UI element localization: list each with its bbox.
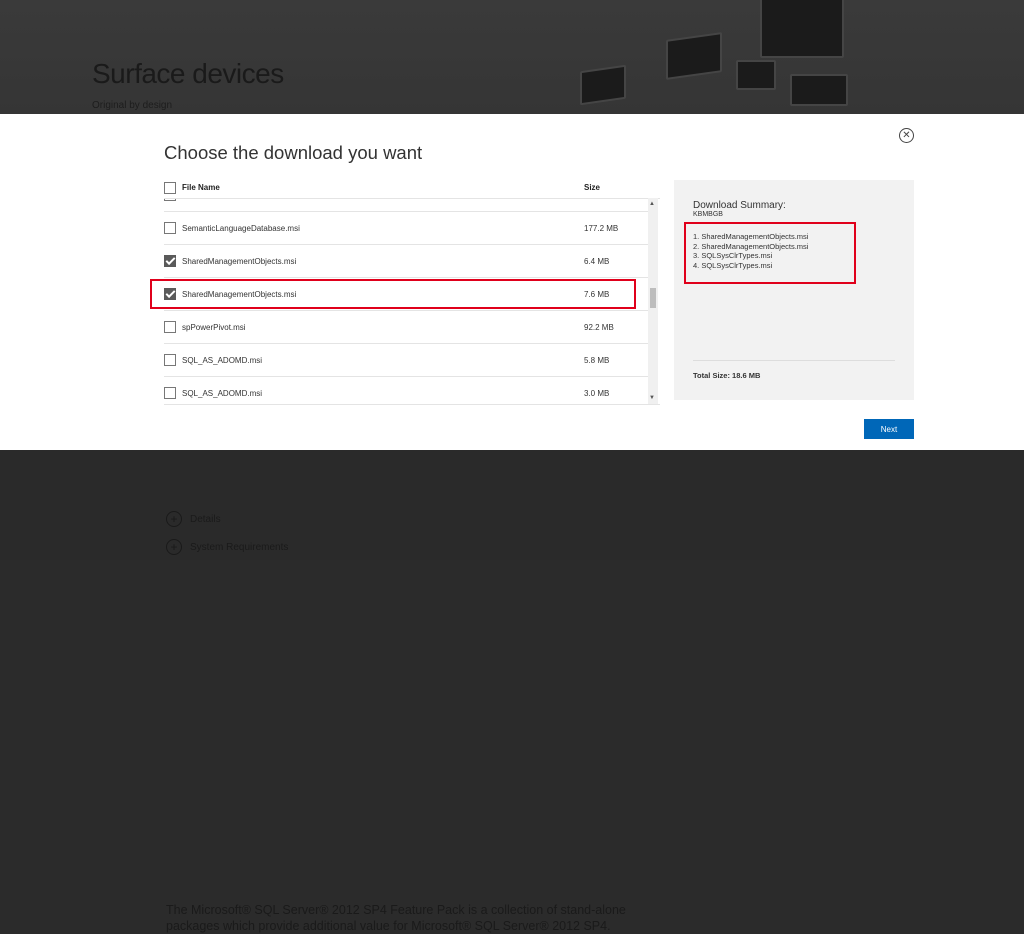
hero-title: Surface devices: [92, 58, 284, 89]
file-checkbox[interactable]: [164, 222, 176, 234]
summary-units: KBMBGB: [693, 211, 723, 218]
summary-title: Download Summary:: [693, 200, 786, 211]
scrollbar-thumb[interactable]: [650, 288, 656, 308]
highlight-box: [684, 222, 856, 284]
file-list-header: File Name Size: [164, 180, 660, 198]
scroll-up-arrow-icon[interactable]: ▲: [649, 201, 655, 207]
scroll-down-arrow-icon[interactable]: ▼: [649, 395, 655, 401]
plus-circle-icon: +: [166, 511, 182, 527]
file-name: SQL_AS_ADOMD.msi: [182, 389, 263, 398]
system-requirements-label: System Requirements: [190, 541, 289, 553]
summary-divider: [693, 360, 895, 361]
download-dialog: ✕ Choose the download you want File Name…: [0, 114, 1024, 450]
select-all-checkbox[interactable]: [164, 182, 176, 194]
device-image: [736, 60, 776, 90]
file-name: SemanticLanguageDatabase.msi: [182, 224, 300, 233]
file-checkbox[interactable]: [164, 199, 176, 201]
file-row: spPowerPivot.msi 92.2 MB: [164, 311, 648, 344]
details-label: Details: [190, 513, 221, 525]
list-divider: [164, 404, 660, 405]
file-list-scrollbar[interactable]: ▲ ▼: [648, 198, 658, 404]
file-size: 5.8 MB: [584, 356, 610, 365]
device-image: [580, 64, 626, 106]
file-name: SQL_AS_ADOMD.msi: [182, 356, 263, 365]
file-size: 92.2 MB: [584, 323, 614, 332]
file-row: SemanticLanguageDatabase.msi 177.2 MB: [164, 212, 648, 245]
page-content: The Microsoft® SQL Server® 2012 SP4 Feat…: [0, 450, 1024, 933]
page-description: The Microsoft® SQL Server® 2012 SP4 Feat…: [166, 903, 626, 933]
close-icon[interactable]: ✕: [899, 128, 914, 143]
column-header-size: Size: [584, 183, 601, 192]
file-name: SharedManagementObjects.msi: [182, 257, 297, 266]
device-image: [760, 0, 844, 58]
summary-total-size: Total Size: 18.6 MB: [693, 371, 761, 380]
hero-subtitle: Original by design: [92, 100, 173, 111]
plus-circle-icon: +: [166, 539, 182, 555]
column-header-file-name: File Name: [182, 183, 220, 192]
file-row: SQL_AS_ADOMD.msi 5.8 MB: [164, 344, 648, 377]
file-name: spPowerPivot.msi: [182, 323, 246, 332]
dialog-title: Choose the download you want: [164, 142, 423, 163]
file-row: [164, 199, 648, 212]
file-size: 177.2 MB: [584, 224, 619, 233]
file-row: SQL_AS_ADOMD.msi 3.0 MB: [164, 377, 648, 405]
file-checkbox[interactable]: [164, 321, 176, 333]
device-image: [790, 74, 848, 106]
file-checkbox[interactable]: [164, 354, 176, 366]
system-requirements-link[interactable]: + System Requirements: [166, 539, 288, 555]
details-link[interactable]: + Details: [166, 511, 221, 527]
download-summary-panel: Download Summary: KBMBGB 1. SharedManage…: [674, 180, 914, 400]
file-size: 3.0 MB: [584, 389, 610, 398]
file-checkbox[interactable]: [164, 387, 176, 399]
file-row: SharedManagementObjects.msi 6.4 MB: [164, 245, 648, 278]
next-button[interactable]: Next: [864, 419, 914, 439]
file-checkbox[interactable]: [164, 255, 176, 267]
file-size: 6.4 MB: [584, 257, 610, 266]
highlight-box: [150, 279, 636, 309]
hero-banner: Surface devices Original by design: [0, 0, 1024, 114]
device-image: [666, 32, 722, 80]
